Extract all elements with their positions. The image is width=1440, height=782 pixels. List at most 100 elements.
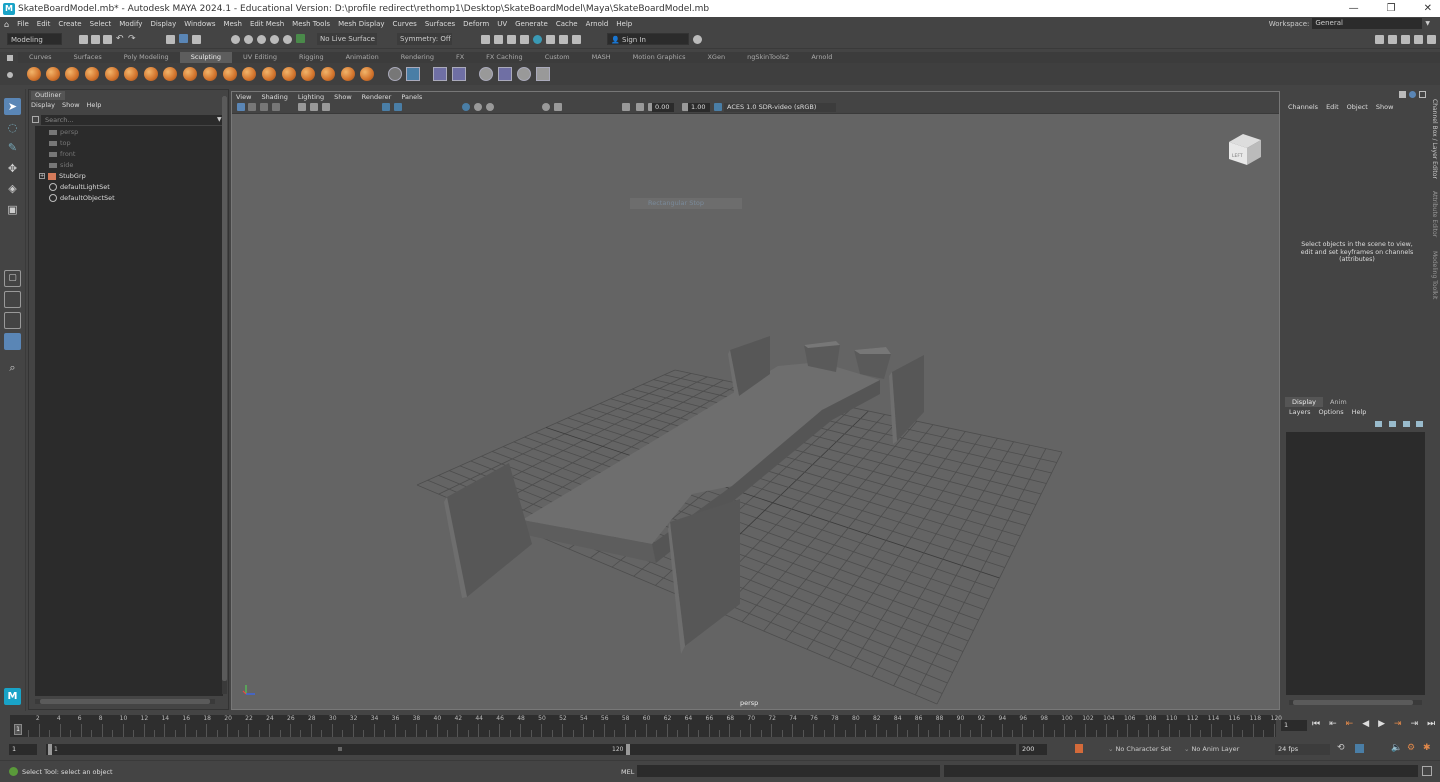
minimize-button[interactable]: — [1349,3,1359,14]
hypershade-icon[interactable] [520,35,529,44]
imprint-tool-icon[interactable] [203,67,217,81]
script-editor-icon[interactable] [1422,766,1432,776]
viewport-menu-show[interactable]: Show [334,92,352,102]
bookmarks-icon[interactable] [260,103,268,111]
range-thumb[interactable] [338,747,342,751]
menu-file[interactable]: File [13,20,33,28]
step-forward-frame-icon[interactable]: ⇥ [1411,719,1419,729]
shelf-tab-fx-caching[interactable]: FX Caching [475,52,534,63]
menu-mesh-display[interactable]: Mesh Display [334,20,388,28]
shelf-tab-arnold[interactable]: Arnold [800,52,843,63]
go-to-end-icon[interactable]: ⏭ [1427,719,1435,729]
step-back-frame-icon[interactable]: ⇤ [1329,719,1337,729]
smear-tool-icon[interactable] [301,67,315,81]
outliner-item-defaultobjectset[interactable]: defaultObjectSet [49,193,115,203]
menu-help[interactable]: Help [612,20,636,28]
select-by-object-icon[interactable] [179,34,188,43]
gamma-field[interactable]: 1.00 [688,103,710,112]
save-scene-icon[interactable] [103,35,112,44]
channel-box-float-icon[interactable] [1419,91,1426,98]
outliner-search-dropdown-icon[interactable]: ▼ [217,116,222,123]
channel-box-menu-show[interactable]: Show [1376,103,1394,111]
command-input[interactable] [637,765,940,777]
viewport-menu-shading[interactable]: Shading [261,92,287,102]
menu-modify[interactable]: Modify [115,20,146,28]
shelf-tab-animation[interactable]: Animation [335,52,390,63]
menu-windows[interactable]: Windows [180,20,219,28]
preferences-icon[interactable]: ⚙ [1407,743,1415,753]
unfreeze-icon[interactable] [406,67,420,81]
maya-home-icon[interactable]: M [4,688,21,705]
scrollbar-thumb[interactable] [222,96,227,681]
layer-menu-options[interactable]: Options [1319,408,1344,416]
menu-create[interactable]: Create [54,20,85,28]
outliner-search-input[interactable]: Search... [41,115,226,125]
lasso-tool-icon[interactable]: ◌ [4,119,21,136]
workspace-menu-arrow-icon[interactable]: ▼ [1425,20,1430,27]
shelf-tab-rigging[interactable]: Rigging [288,52,335,63]
textured-icon[interactable] [462,103,470,111]
film-gate-icon[interactable] [310,103,318,111]
workspace-dropdown[interactable]: General [1312,18,1423,29]
blend-shape-icon[interactable] [452,67,466,81]
outliner-menu-help[interactable]: Help [87,101,102,109]
symmetry-dropdown[interactable]: Symmetry: Off [397,33,452,45]
restore-button[interactable]: ❐ [1387,3,1396,14]
flatten-tool-icon[interactable] [124,67,138,81]
side-tab-modeling-toolkit[interactable]: Modeling Toolkit [1431,251,1438,299]
wax-tool-icon[interactable] [223,67,237,81]
attribute-editor-toggle-icon[interactable] [1388,35,1397,44]
current-frame-field[interactable]: 1 [1281,720,1307,731]
shelf-settings-icon[interactable] [7,72,13,78]
menu-mesh-tools[interactable]: Mesh Tools [288,20,334,28]
outliner-item-stubgrp[interactable]: + StubGrp [39,171,86,181]
use-all-lights-icon[interactable] [474,103,482,111]
home-icon[interactable]: ⌂ [0,20,13,29]
grid-toggle-icon[interactable] [298,103,306,111]
layer-tab-display[interactable]: Display [1285,397,1323,407]
shelf-tab-sculpting[interactable]: Sculpting [179,52,233,63]
playback-options-icon[interactable]: ✱ [1423,743,1431,753]
view-transform-dropdown[interactable]: ACES 1.0 SDR-video (sRGB) [724,103,836,112]
antialiasing-icon[interactable] [554,103,562,111]
current-time-marker[interactable]: 1 [14,724,22,735]
shelf-tab-mash[interactable]: MASH [581,52,622,63]
repeat-tool-icon[interactable] [183,67,197,81]
outliner-item-defaultlightset[interactable]: defaultLightSet [49,182,110,192]
outliner-menu-show[interactable]: Show [62,101,80,109]
move-layer-up-icon[interactable] [1375,421,1382,427]
move-tool-icon[interactable]: ✥ [4,160,21,177]
layer-menu-layers[interactable]: Layers [1289,408,1311,416]
select-tool-icon[interactable]: ➤ [4,98,21,115]
outliner-horizontal-scrollbar[interactable] [35,699,215,704]
play-backwards-icon[interactable]: ◀ [1362,719,1369,729]
sound-icon[interactable]: 🔈 [1391,743,1402,753]
menu-display[interactable]: Display [146,20,180,28]
layer-menu-help[interactable]: Help [1352,408,1367,416]
shelf-tab-surfaces[interactable]: Surfaces [63,52,113,63]
side-tab-channel-box[interactable]: Channel Box / Layer Editor [1431,99,1438,179]
menu-surfaces[interactable]: Surfaces [421,20,459,28]
spray-tool-icon[interactable] [163,67,177,81]
isolate-select-icon[interactable] [622,103,630,111]
relax-tool-icon[interactable] [65,67,79,81]
go-to-start-icon[interactable]: ⏮ [1312,719,1320,729]
channel-box-pin-icon[interactable] [1399,91,1406,98]
shelf-tab-curves[interactable]: Curves [18,52,63,63]
playback-range-bar[interactable]: 1 120 [46,744,1016,755]
time-ruler[interactable]: 2 4 6 8 10 12 14 16 18 20 22 24 26 28 30 32 34 36 38 40 42 44… [10,715,1282,737]
outliner-item-front[interactable]: front [49,149,75,159]
render-setup-icon[interactable] [546,35,555,44]
live-surface-field[interactable]: No Live Surface [317,33,377,45]
snap-view-plane-icon[interactable] [270,35,279,44]
shelf-tab-rendering[interactable]: Rendering [390,52,445,63]
color-management-icon[interactable] [714,103,722,111]
help-line-icon[interactable] [693,35,702,44]
shelf-tab-motion-graphics[interactable]: Motion Graphics [622,52,697,63]
redo-icon[interactable]: ↷ [128,35,137,44]
freeze-tool-icon[interactable] [360,67,374,81]
retopologize-icon[interactable] [498,67,512,81]
magnify-icon[interactable]: ⌕ [4,359,21,376]
bulge-tool-icon[interactable] [321,67,335,81]
sculpt-tool-icon[interactable] [27,67,41,81]
